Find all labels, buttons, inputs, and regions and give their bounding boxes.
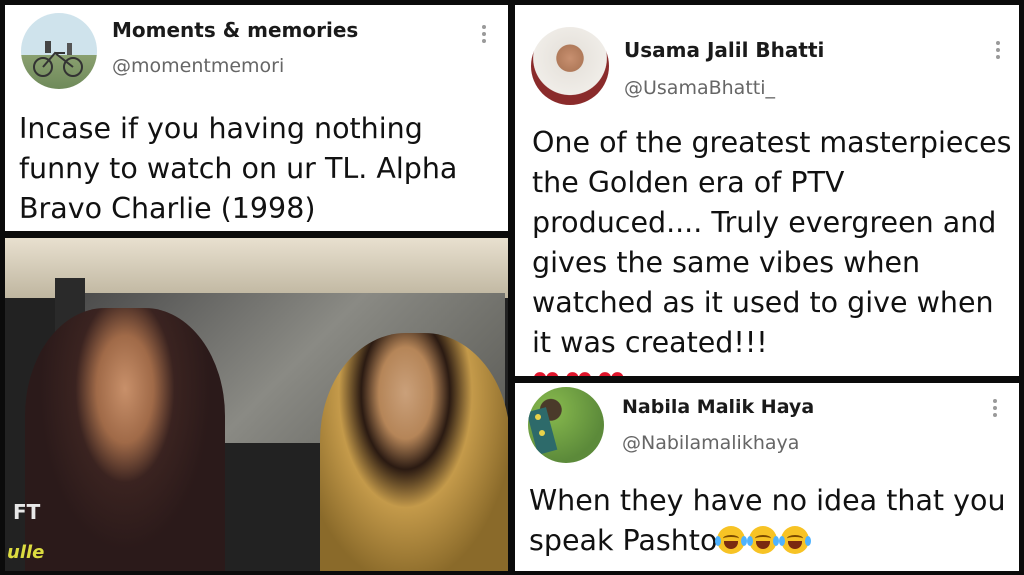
tweet-card-nabila: Nabila Malik Haya @Nabilamalikhaya When … xyxy=(515,383,1019,571)
avatar[interactable] xyxy=(21,13,97,89)
tweet-card-moments: Moments & memories @momentmemori Incase … xyxy=(5,5,508,231)
display-name[interactable]: Moments & memories xyxy=(112,18,358,42)
display-name[interactable]: Nabila Malik Haya xyxy=(622,396,814,418)
channel-logo: ulle xyxy=(7,542,45,563)
heart-icon: ❤ xyxy=(532,363,561,376)
emoji-group xyxy=(715,524,813,557)
more-options-icon[interactable] xyxy=(995,41,1001,59)
face-with-tears-of-joy-icon xyxy=(715,526,748,554)
tweet-card-usama: Usama Jalil Bhatti @UsamaBhatti_ One of … xyxy=(515,5,1019,376)
bicycle-photo-icon xyxy=(33,41,83,77)
heart-icon: ❤ xyxy=(565,363,594,376)
tweet-text: One of the greatest masterpieces the Gol… xyxy=(532,123,1012,376)
video-thumbnail[interactable]: FT ulle xyxy=(5,238,508,571)
face-with-tears-of-joy-icon xyxy=(779,526,812,554)
person-left xyxy=(25,308,225,571)
ft-label: FT xyxy=(13,500,41,524)
username[interactable]: @UsamaBhatti_ xyxy=(624,77,775,99)
face-with-tears-of-joy-icon xyxy=(747,526,780,554)
tweet-text: Incase if you having nothing funny to wa… xyxy=(19,112,458,225)
tweet-text: When they have no idea that you speak Pa… xyxy=(529,481,1009,561)
avatar[interactable] xyxy=(531,27,609,105)
heart-icon: ❤ xyxy=(597,363,626,376)
avatar[interactable] xyxy=(528,387,604,463)
more-options-icon[interactable] xyxy=(481,25,487,43)
more-options-icon[interactable] xyxy=(992,399,998,417)
person-right xyxy=(320,333,508,571)
heart-emoji-row: ❤ ❤ ❤ xyxy=(532,363,1012,376)
tweet-text-content: One of the greatest masterpieces the Gol… xyxy=(532,126,1012,359)
username[interactable]: @Nabilamalikhaya xyxy=(622,432,799,454)
plant-pattern-icon xyxy=(528,407,558,455)
username[interactable]: @momentmemori xyxy=(112,55,284,77)
display-name[interactable]: Usama Jalil Bhatti xyxy=(624,38,824,62)
